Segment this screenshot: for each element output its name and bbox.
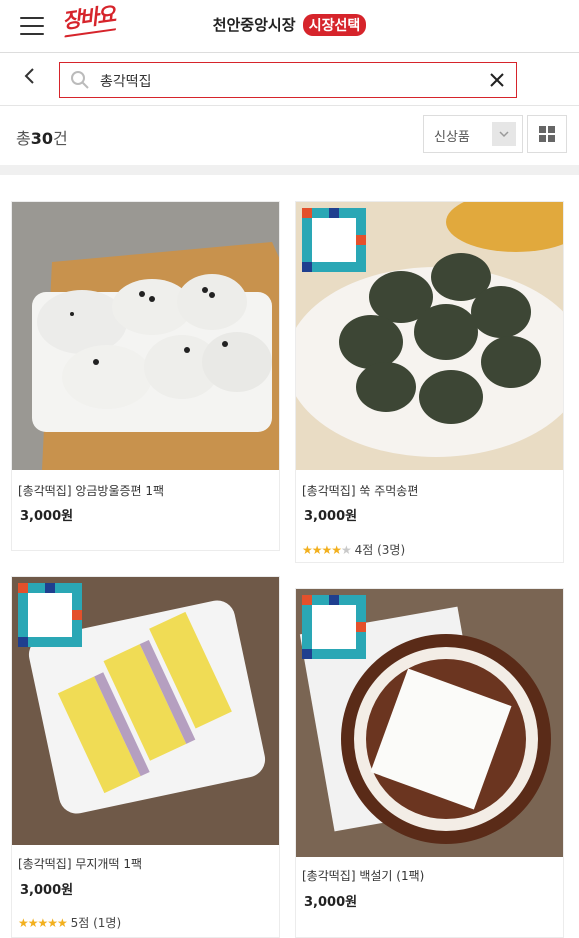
- product-card[interactable]: [총각떡집] 백설기 (1팩) 3,000원: [295, 588, 564, 938]
- product-card[interactable]: [총각떡집] 무지개떡 1팩 3,000원 ★★★★★ 5점 (1명): [11, 576, 280, 938]
- product-price: 3,000원: [304, 895, 358, 910]
- result-count: 총30건: [16, 129, 68, 148]
- product-rating: ★★★★★ 5점 (1명): [18, 916, 122, 930]
- market-title: 천안중앙시장 시장선택: [0, 14, 579, 36]
- onnuri-badge: [302, 595, 366, 659]
- product-price: 3,000원: [20, 883, 74, 898]
- results-toolbar: 총30건 신상품: [0, 106, 579, 164]
- star-rating-icon: ★★★★★: [302, 543, 352, 557]
- market-name: 천안중앙시장: [212, 16, 296, 34]
- product-name[interactable]: [총각떡집] 무지개떡 1팩: [18, 855, 142, 872]
- product-card[interactable]: [총각떡집] 쑥 주먹송편 3,000원 ★★★★★ 4점 (3명): [295, 201, 564, 563]
- product-rating: ★★★★★ 4점 (3명): [302, 543, 406, 557]
- product-price: 3,000원: [20, 509, 74, 524]
- grid-view-button[interactable]: [527, 115, 567, 153]
- search-bar-row: 총각떡집: [0, 53, 579, 106]
- section-divider: [0, 165, 579, 175]
- search-input[interactable]: 총각떡집: [59, 62, 517, 98]
- sort-selected-label: 신상품: [434, 130, 470, 145]
- back-arrow-icon[interactable]: [22, 67, 36, 85]
- search-icon: [71, 71, 89, 89]
- clear-icon[interactable]: [488, 71, 506, 89]
- product-name[interactable]: [총각떡집] 백설기 (1팩): [302, 867, 424, 884]
- market-select-button[interactable]: 시장선택: [302, 14, 367, 36]
- grid-icon: [539, 126, 555, 142]
- star-rating-icon: ★★★★★: [18, 916, 68, 930]
- product-price: 3,000원: [304, 509, 358, 524]
- chevron-down-icon: [492, 122, 516, 146]
- top-app-bar: 장바요 천안중앙시장 시장선택: [0, 0, 579, 53]
- product-image[interactable]: [12, 202, 279, 470]
- sort-select[interactable]: 신상품: [423, 115, 523, 153]
- product-card[interactable]: [총각떡집] 앙금방울증편 1팩 3,000원: [11, 201, 280, 551]
- product-name[interactable]: [총각떡집] 쑥 주먹송편: [302, 482, 418, 499]
- product-name[interactable]: [총각떡집] 앙금방울증편 1팩: [18, 482, 164, 499]
- search-query: 총각떡집: [100, 74, 152, 90]
- onnuri-badge: [302, 208, 366, 272]
- onnuri-badge: [18, 583, 82, 647]
